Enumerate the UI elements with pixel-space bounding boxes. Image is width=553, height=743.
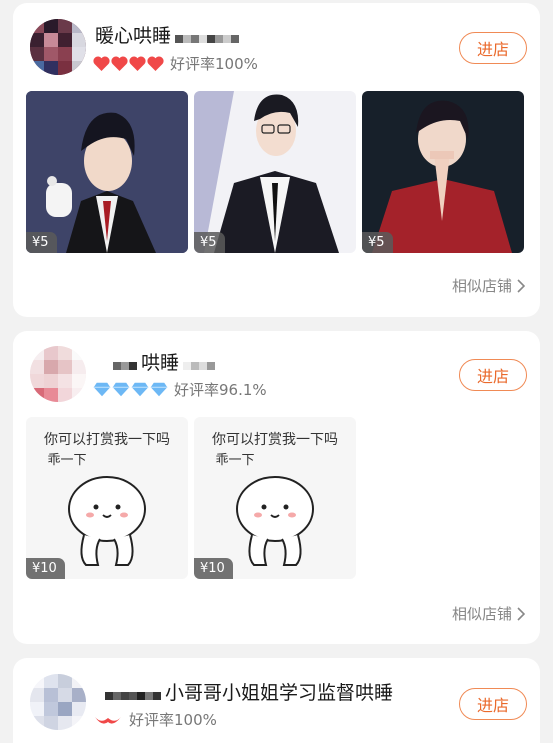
heart-icon [95, 716, 121, 724]
chevron-right-icon [517, 606, 525, 621]
shop-name[interactable]: 小哥哥小姐姐学习监督哄睡 [105, 678, 393, 705]
enter-shop-button[interactable]: 进店 [459, 32, 527, 64]
shop-card[interactable]: 暖心哄睡 好评率100% 进店 ¥5 ¥5 ¥5 相似店铺 [13, 3, 540, 317]
shop-name-text: 哄睡 [141, 352, 180, 374]
price-tag: ¥5 [194, 232, 225, 253]
shop-level-diamonds [93, 382, 168, 397]
shop-name[interactable]: 哄睡 [113, 348, 216, 375]
redacted-mosaic [113, 355, 137, 370]
shop-avatar[interactable] [30, 674, 86, 730]
redacted-mosaic [175, 28, 240, 43]
rating-text: 好评率96.1% [174, 381, 267, 399]
price-tag: ¥5 [26, 232, 57, 253]
similar-shops-label: 相似店铺 [451, 605, 512, 623]
enter-shop-button[interactable]: 进店 [459, 359, 527, 391]
diamond-icon [93, 382, 111, 397]
product-thumbnail[interactable]: ¥5 [26, 91, 188, 253]
diamond-icon [150, 382, 168, 397]
similar-shops-link[interactable]: 相似店铺 [452, 603, 525, 624]
heart-icon [111, 56, 128, 71]
product-thumbnail[interactable]: 你可以打赏我一下吗 乖一下 ¥10 [194, 417, 356, 579]
diamond-icon [112, 382, 130, 397]
heart-icon [147, 56, 164, 71]
anime-boy-red-hoodie-image [362, 91, 524, 253]
similar-shops-label: 相似店铺 [451, 277, 512, 295]
product-thumbnail[interactable]: 你可以打赏我一下吗 乖一下 ¥10 [26, 417, 188, 579]
shop-card[interactable]: 小哥哥小姐姐学习监督哄睡 好评率100% 进店 [13, 658, 540, 743]
shop-level-hearts [93, 56, 164, 71]
rating-text: 好评率100% [170, 55, 258, 73]
price-tag: ¥10 [26, 558, 65, 579]
smiling-blob-image [68, 476, 146, 566]
anime-man-suit-image [26, 91, 188, 253]
price-tag: ¥10 [194, 558, 233, 579]
heart-icon [129, 56, 146, 71]
shop-level-hearts [93, 715, 123, 725]
enter-shop-button[interactable]: 进店 [459, 688, 527, 720]
heart-icon [93, 56, 110, 71]
anime-man-tie-image [194, 91, 356, 253]
redacted-mosaic [183, 355, 216, 370]
shop-name[interactable]: 暖心哄睡 [95, 21, 240, 48]
smiling-blob-image [236, 476, 314, 566]
chevron-right-icon [517, 278, 525, 293]
diamond-icon [131, 382, 149, 397]
price-tag: ¥5 [362, 232, 393, 253]
shop-avatar[interactable] [30, 346, 86, 402]
shop-name-text: 暖心哄睡 [95, 25, 172, 47]
product-thumbnail[interactable]: ¥5 [362, 91, 524, 253]
similar-shops-link[interactable]: 相似店铺 [452, 275, 525, 296]
shop-card[interactable]: 哄睡 好评率96.1% 进店 你可以打赏我一下吗 乖一下 ¥10 你可以打赏我一… [13, 331, 540, 644]
shop-avatar[interactable] [30, 19, 86, 75]
shop-name-text: 小哥哥小姐姐学习监督哄睡 [165, 682, 394, 704]
rating-text: 好评率100% [129, 711, 217, 729]
product-thumbnail[interactable]: ¥5 [194, 91, 356, 253]
redacted-mosaic [105, 685, 161, 700]
